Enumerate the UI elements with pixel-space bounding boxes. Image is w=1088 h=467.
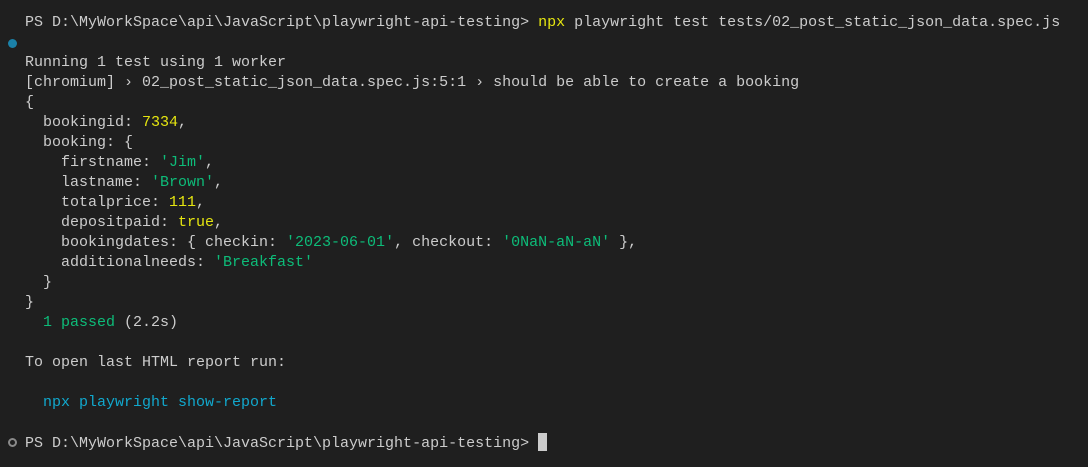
terminal-line: booking: { [25, 133, 1060, 153]
terminal-text: depositpaid: [25, 214, 179, 231]
command-success-decoration-icon[interactable] [8, 39, 17, 48]
terminal-text: bookingid: [25, 114, 143, 131]
terminal-cursor[interactable] [538, 433, 548, 451]
terminal-text: npx playwright show-report [43, 394, 278, 411]
terminal-text: 'Brown' [151, 174, 215, 191]
terminal-text: [chromium] › 02_post_static_json_data.sp… [25, 74, 800, 91]
terminal-line: 1 passed (2.2s) [25, 313, 1060, 333]
terminal-text: , [214, 174, 224, 191]
terminal-text: { [25, 94, 35, 111]
terminal-text: 'Breakfast' [214, 254, 314, 271]
terminal-text: PS D:\MyWorkSpace\api\JavaScript\playwri… [25, 435, 539, 452]
terminal-text: PS D:\MyWorkSpace\api\JavaScript\playwri… [25, 14, 539, 31]
terminal-text: 1 passed [43, 314, 116, 331]
terminal-text: 111 [169, 194, 197, 211]
terminal-line: To open last HTML report run: [25, 353, 1060, 373]
terminal-text: additionalneeds: [25, 254, 215, 271]
terminal-line: lastname: 'Brown', [25, 173, 1060, 193]
command-pending-decoration-icon[interactable] [8, 438, 17, 447]
terminal-line: PS D:\MyWorkSpace\api\JavaScript\playwri… [25, 433, 1060, 453]
terminal-text: , [196, 194, 206, 211]
terminal-text: npx [538, 14, 566, 31]
terminal-text: Running 1 test using 1 worker [25, 54, 287, 71]
terminal-line: depositpaid: true, [25, 213, 1060, 233]
terminal-text: 'Jim' [160, 154, 206, 171]
terminal-line: firstname: 'Jim', [25, 153, 1060, 173]
terminal-text: bookingdates: { checkin: [25, 234, 287, 251]
terminal-line: totalprice: 111, [25, 193, 1060, 213]
terminal-output: PS D:\MyWorkSpace\api\JavaScript\playwri… [25, 13, 1060, 453]
terminal-text: } [25, 294, 35, 311]
terminal-text: playwright test tests/02_post_static_jso… [565, 14, 1061, 31]
terminal-text: 7334 [142, 114, 179, 131]
terminal-line: bookingdates: { checkin: '2023-06-01', c… [25, 233, 1060, 253]
terminal-text: , checkout: [394, 234, 503, 251]
terminal-line: } [25, 293, 1060, 313]
terminal-text: lastname: [25, 174, 152, 191]
terminal-text: , [205, 154, 215, 171]
terminal-line: Running 1 test using 1 worker [25, 53, 1060, 73]
terminal-line: [chromium] › 02_post_static_json_data.sp… [25, 73, 1060, 93]
terminal-line: PS D:\MyWorkSpace\api\JavaScript\playwri… [25, 13, 1060, 33]
terminal-text: booking: { [25, 134, 134, 151]
terminal-line: } [25, 273, 1060, 293]
terminal-text: (2.2s) [115, 314, 179, 331]
terminal-line: additionalneeds: 'Breakfast' [25, 253, 1060, 273]
terminal-line: bookingid: 7334, [25, 113, 1060, 133]
terminal-text: To open last HTML report run: [25, 354, 287, 371]
terminal-line: npx playwright show-report [25, 393, 1060, 413]
terminal-text: , [214, 214, 224, 231]
terminal-text: }, [610, 234, 638, 251]
terminal-text: firstname: [25, 154, 161, 171]
terminal-text: , [178, 114, 188, 131]
terminal-text: totalprice: [25, 194, 170, 211]
terminal-text: true [178, 214, 215, 231]
terminal-text: '2023-06-01' [286, 234, 395, 251]
terminal-line: { [25, 93, 1060, 113]
terminal-text: } [25, 274, 53, 291]
terminal-text: '0NaN-aN-aN' [502, 234, 611, 251]
